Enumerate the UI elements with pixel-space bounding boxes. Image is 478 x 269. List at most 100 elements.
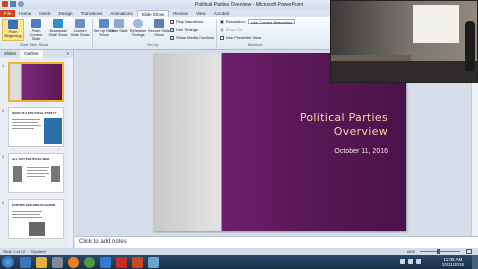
taskbar: 11:05 AM 10/11/2016: [0, 255, 478, 269]
tab-file[interactable]: File: [0, 10, 16, 17]
group-set-up: Set Up: [147, 43, 159, 47]
zoom-level[interactable]: 66%: [407, 248, 415, 255]
thumbnail-image: [44, 118, 62, 144]
checkbox-checked-icon: ✓: [170, 19, 174, 24]
play-narrations-label: Play Narrations: [176, 19, 204, 24]
record-slide-show-button[interactable]: Record Slide Show: [148, 19, 170, 41]
volume-icon[interactable]: [416, 259, 421, 264]
thumbnail-title: ALL OUT POLITICAL WAR: [12, 157, 50, 161]
slide-subtitle-date[interactable]: October 11, 2016: [334, 148, 388, 155]
slide-thumbnail-4[interactable]: PARTIES ARE BROAD-BASED: [8, 199, 64, 239]
tab-design[interactable]: Design: [55, 10, 77, 17]
close-pane-icon[interactable]: ×: [62, 50, 73, 58]
pane-tabs: Slides Outline ×: [0, 50, 73, 58]
thumbnail-title: WHAT IS A POLITICAL PARTY?: [12, 111, 57, 115]
checkbox-checked-icon: ✓: [170, 35, 174, 40]
slide-thumbnail-2[interactable]: WHAT IS A POLITICAL PARTY?: [8, 107, 64, 147]
webcam-overlay: [330, 0, 478, 83]
clock-icon: [133, 19, 143, 28]
system-clock[interactable]: 11:05 AM 10/11/2016: [442, 257, 464, 268]
broadcast-slide-show-button[interactable]: Broadcast Slide Show: [47, 19, 69, 41]
save-icon[interactable]: [10, 1, 16, 7]
zoom-slider-handle[interactable]: [437, 249, 440, 254]
notes-pane[interactable]: Click to add notes: [75, 236, 478, 248]
rehearse-timings-button[interactable]: Rehearse Timings: [127, 19, 149, 41]
chrome-icon[interactable]: [84, 256, 95, 268]
powerpoint-icon[interactable]: [132, 256, 143, 268]
hide-slide-icon: [114, 19, 124, 28]
thumbnail-title: PARTIES ARE BROAD-BASED: [12, 203, 56, 207]
tab-transitions[interactable]: Transitions: [77, 10, 107, 17]
use-timings-checkbox[interactable]: ✓ Use Timings: [170, 27, 198, 32]
theme-name: "Opulent": [30, 249, 47, 254]
tab-acrobat[interactable]: Acrobat: [210, 10, 234, 17]
thumbnail-image: [13, 166, 22, 182]
tab-view[interactable]: View: [192, 10, 210, 17]
powerpoint-app-icon[interactable]: [2, 1, 8, 7]
app-icon[interactable]: [148, 256, 159, 268]
resolution-select[interactable]: ▣ Resolution: Use Current Resolution: [220, 19, 296, 25]
tab-insert[interactable]: Insert: [35, 10, 54, 17]
start-button[interactable]: [2, 256, 14, 268]
pane-scrollbar[interactable]: [69, 58, 73, 248]
play-narrations-checkbox[interactable]: ✓ Play Narrations: [170, 19, 203, 24]
fit-to-window-icon[interactable]: [466, 249, 472, 254]
use-presenter-view-checkbox[interactable]: Use Presenter View: [220, 35, 261, 40]
slide-number: 2: [2, 108, 5, 113]
media-player-icon[interactable]: [68, 256, 79, 268]
presenter-view-label: Use Presenter View: [226, 35, 262, 40]
hide-slide-label: Hide Slide: [110, 29, 128, 33]
ie-icon[interactable]: [20, 256, 31, 268]
group-start-slide-show: Start Slide Show: [20, 43, 49, 47]
word-icon[interactable]: [100, 256, 111, 268]
acrobat-icon[interactable]: [116, 256, 127, 268]
projector-screen: [413, 5, 459, 43]
checkbox-unchecked-icon: [220, 35, 224, 40]
tab-home[interactable]: Home: [15, 10, 35, 17]
slide-counter: Slide 1 of 12: [3, 249, 26, 254]
from-current-slide-button[interactable]: From Current Slide: [25, 19, 47, 41]
show-on-label: Show On:: [225, 27, 244, 32]
from-current-label: From Current Slide: [29, 29, 43, 41]
use-timings-label: Use Timings: [176, 27, 199, 32]
slide-number: 3: [2, 154, 5, 159]
notes-placeholder: Click to add notes: [79, 239, 127, 245]
status-bar: Slide 1 of 12 "Opulent" 66%: [0, 248, 478, 255]
from-beginning-button[interactable]: From Beginning: [2, 19, 24, 41]
show-desktop-button[interactable]: [472, 255, 478, 269]
slide-number: 4: [2, 200, 5, 205]
window-title: Political Parties Overview - Microsoft P…: [195, 1, 304, 8]
undo-icon[interactable]: [18, 1, 24, 7]
custom-show-icon: [75, 19, 85, 28]
monitor-icon: ▣: [220, 27, 224, 32]
tab-slides[interactable]: Slides: [0, 50, 20, 58]
app-icon[interactable]: [52, 256, 63, 268]
tray-icon[interactable]: [400, 259, 405, 264]
tab-animations[interactable]: Animations: [106, 10, 136, 17]
tab-outline[interactable]: Outline: [20, 50, 43, 58]
slides-pane: Slides Outline × 1 2 WHAT IS A POLITICAL…: [0, 50, 74, 248]
presenter-figure: [465, 21, 475, 71]
slide-thumbnail-1[interactable]: [8, 62, 64, 102]
monitor-icon: ▣: [220, 19, 224, 24]
slide-number: 1: [2, 63, 5, 68]
network-icon[interactable]: [408, 259, 413, 264]
group-monitors: Monitors: [248, 43, 263, 47]
zoom-slider-track[interactable]: [420, 251, 460, 252]
webcam-floor: [331, 61, 477, 82]
clock-date: 10/11/2016: [441, 262, 464, 267]
from-beginning-label: From Beginning: [4, 30, 22, 38]
custom-show-label: Custom Slide Show: [70, 29, 90, 37]
resolution-value: Use Current Resolution: [247, 19, 296, 25]
folder-icon[interactable]: [36, 256, 47, 268]
slide-title[interactable]: Political Parties Overview: [300, 111, 388, 139]
thumbnail-image: [29, 222, 45, 236]
tab-review[interactable]: Review: [169, 10, 192, 17]
show-on-select[interactable]: ▣ Show On:: [220, 27, 243, 32]
slide-thumbnail-3[interactable]: ALL OUT POLITICAL WAR: [8, 153, 64, 193]
quick-access-toolbar: [2, 1, 24, 7]
custom-slide-show-button[interactable]: Custom Slide Show: [69, 19, 91, 41]
resolution-label: Resolution:: [225, 19, 246, 24]
show-media-controls-checkbox[interactable]: ✓ Show Media Controls: [170, 35, 214, 40]
tab-slide-show[interactable]: Slide Show: [136, 10, 170, 17]
